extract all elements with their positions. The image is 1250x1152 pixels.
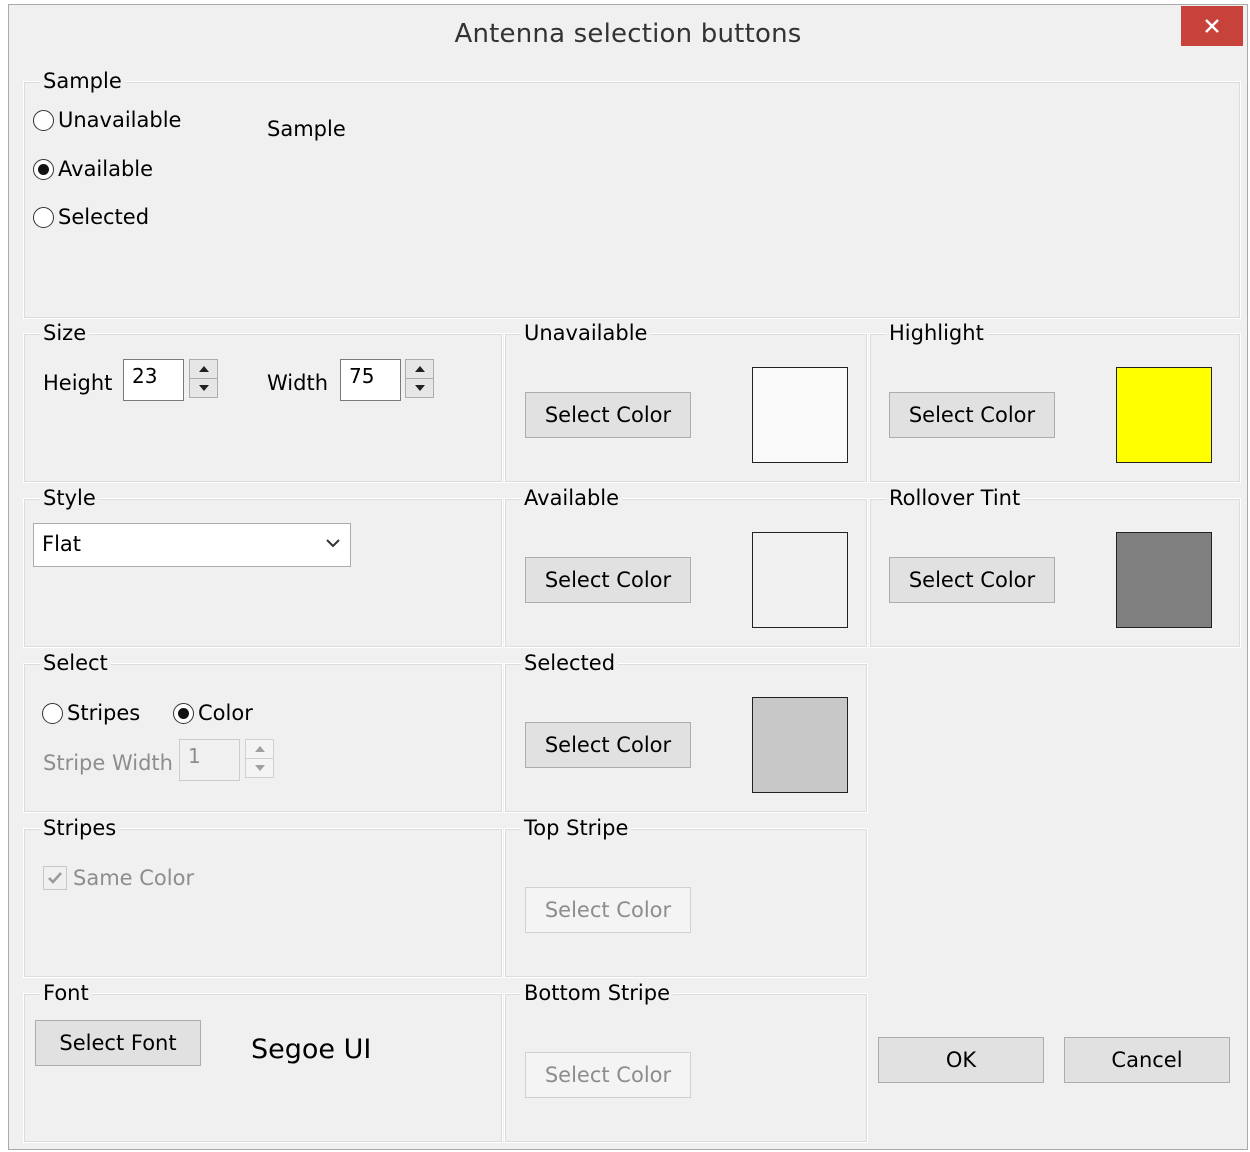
highlight-legend: Highlight	[886, 320, 987, 346]
available-legend: Available	[521, 485, 623, 511]
font-name-label: Segoe UI	[251, 1034, 372, 1065]
available-color-swatch	[752, 532, 848, 628]
sample-group: Sample	[23, 68, 1241, 319]
title-bar: Antenna selection buttons	[9, 5, 1247, 67]
arrow-up-icon	[198, 366, 209, 372]
arrow-down-icon	[254, 765, 265, 771]
unavailable-color-swatch	[752, 367, 848, 463]
sample-unavailable-radio[interactable]: Unavailable	[33, 108, 181, 132]
style-dropdown[interactable]: Flat	[33, 523, 351, 567]
stripes-group: Stripes	[23, 815, 503, 978]
same-color-label: Same Color	[73, 866, 195, 890]
stripe-width-stepper[interactable]	[245, 739, 274, 778]
height-stepper[interactable]	[189, 359, 218, 398]
rollover-tint-color-swatch	[1116, 532, 1212, 628]
sample-available-radio[interactable]: Available	[33, 157, 153, 181]
width-up-button[interactable]	[406, 360, 433, 378]
width-input[interactable]: 75	[340, 359, 401, 401]
bottom-stripe-legend: Bottom Stripe	[521, 980, 673, 1006]
font-legend: Font	[40, 980, 92, 1006]
sample-selected-radio[interactable]: Selected	[33, 205, 149, 229]
radio-label: Stripes	[67, 701, 141, 725]
available-select-color-button[interactable]: Select Color	[525, 557, 691, 603]
arrow-up-icon	[414, 366, 425, 372]
radio-label: Selected	[58, 205, 150, 229]
sample-preview-label: Sample	[267, 117, 346, 141]
antenna-selection-dialog: Antenna selection buttons Sample Unavail…	[8, 4, 1248, 1150]
sample-legend: Sample	[40, 68, 125, 94]
select-color-radio[interactable]: Color	[173, 701, 253, 725]
font-group: Font	[23, 980, 503, 1143]
rollover-tint-legend: Rollover Tint	[886, 485, 1024, 511]
highlight-color-swatch	[1116, 367, 1212, 463]
height-up-button[interactable]	[190, 360, 217, 378]
arrow-down-icon	[414, 385, 425, 391]
height-down-button[interactable]	[190, 378, 217, 397]
style-dropdown-value: Flat	[42, 532, 82, 556]
size-legend: Size	[40, 320, 90, 346]
bottom-stripe-select-color-button[interactable]: Select Color	[525, 1052, 691, 1098]
highlight-select-color-button[interactable]: Select Color	[889, 392, 1055, 438]
stripe-width-down-button[interactable]	[246, 758, 273, 777]
style-group: Style	[23, 485, 503, 648]
stripe-width-up-button[interactable]	[246, 740, 273, 758]
size-group: Size	[23, 320, 503, 483]
stripes-legend: Stripes	[40, 815, 120, 841]
radio-indicator	[33, 206, 54, 228]
stripe-width-input[interactable]: 1	[179, 739, 240, 781]
selected-select-color-button[interactable]: Select Color	[525, 722, 691, 768]
checkmark-icon	[48, 872, 62, 884]
rollover-tint-select-color-button[interactable]: Select Color	[889, 557, 1055, 603]
radio-indicator	[173, 702, 194, 724]
ok-button[interactable]: OK	[878, 1037, 1044, 1083]
close-icon	[1205, 19, 1219, 33]
radio-label: Available	[58, 157, 154, 181]
radio-indicator	[42, 702, 63, 724]
radio-label: Color	[198, 701, 253, 725]
radio-indicator	[33, 109, 54, 131]
select-stripes-radio[interactable]: Stripes	[42, 701, 140, 725]
window-title: Antenna selection buttons	[454, 19, 802, 49]
unavailable-select-color-button[interactable]: Select Color	[525, 392, 691, 438]
select-legend: Select	[40, 650, 111, 676]
unavailable-legend: Unavailable	[521, 320, 651, 346]
stripe-width-label: Stripe Width	[43, 751, 173, 775]
arrow-down-icon	[198, 385, 209, 391]
width-stepper[interactable]	[405, 359, 434, 398]
close-button[interactable]	[1181, 6, 1243, 46]
width-label: Width	[267, 371, 329, 395]
top-stripe-select-color-button[interactable]: Select Color	[525, 887, 691, 933]
cancel-button[interactable]: Cancel	[1064, 1037, 1230, 1083]
chevron-down-icon	[326, 539, 340, 548]
radio-indicator	[33, 158, 54, 180]
select-group: Select	[23, 650, 503, 813]
height-input[interactable]: 23	[123, 359, 184, 401]
height-label: Height	[43, 371, 113, 395]
selected-legend: Selected	[521, 650, 619, 676]
same-color-checkbox[interactable]	[43, 866, 67, 890]
selected-color-swatch	[752, 697, 848, 793]
style-legend: Style	[40, 485, 99, 511]
radio-label: Unavailable	[58, 108, 182, 132]
top-stripe-legend: Top Stripe	[521, 815, 632, 841]
select-font-button[interactable]: Select Font	[35, 1020, 201, 1066]
width-down-button[interactable]	[406, 378, 433, 397]
arrow-up-icon	[254, 746, 265, 752]
